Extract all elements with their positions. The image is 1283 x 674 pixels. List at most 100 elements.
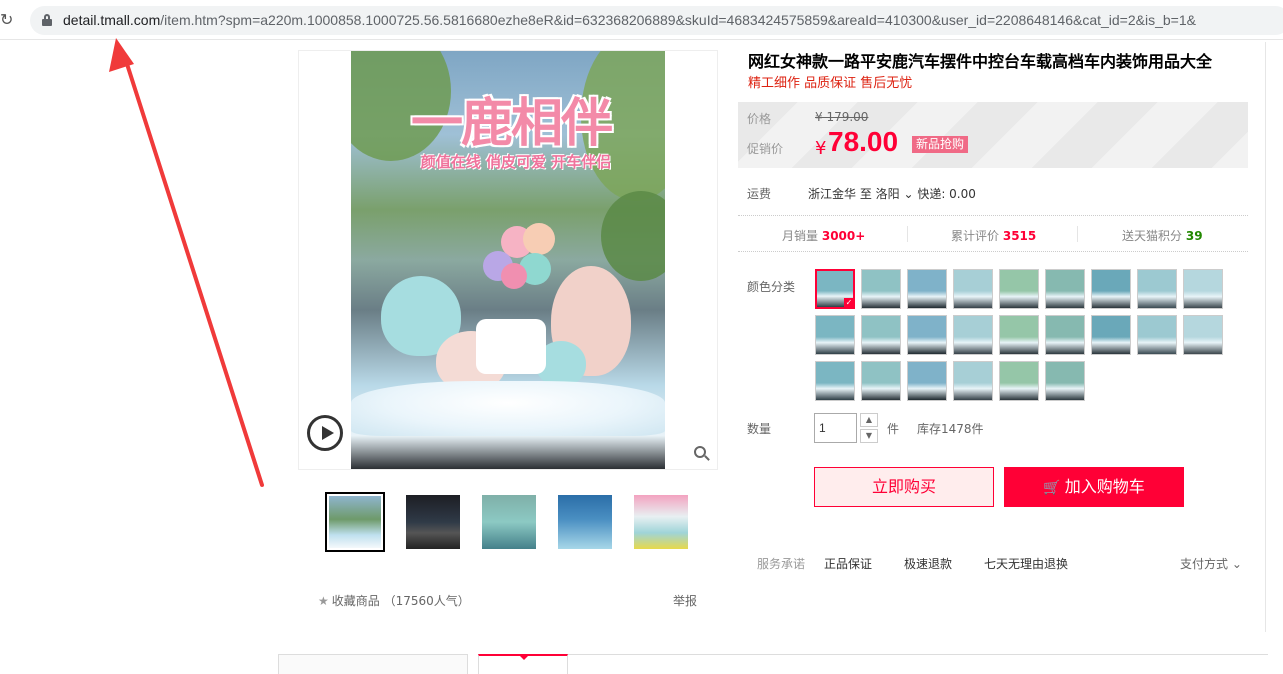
check-icon: ✓ xyxy=(844,298,853,307)
swatch-image xyxy=(1046,362,1084,400)
product-photo: 一鹿相伴 颜值在线 俏皮可爱 开车伴侣 xyxy=(351,51,665,469)
favorite-button[interactable]: ★ 收藏商品 （17560人气） xyxy=(318,592,470,609)
browser-address-bar: ↻ detail.tmall.com/item.htm?spm=a220m.10… xyxy=(0,0,1283,40)
color-swatch[interactable] xyxy=(1183,269,1223,309)
swatch-image xyxy=(954,316,992,354)
divider xyxy=(568,654,1268,655)
color-swatch[interactable] xyxy=(1137,315,1177,355)
promo-price: 78.00 xyxy=(828,126,899,157)
monthly-sales-value: 3000+ xyxy=(821,229,866,243)
review-count-value: 3515 xyxy=(1002,229,1037,243)
star-icon: ★ xyxy=(318,594,329,608)
stock-count: 库存1478件 xyxy=(917,422,984,436)
tab-shop-info[interactable] xyxy=(278,654,468,674)
price-panel: 价格 ¥ 179.00 促销价 ¥ 78.00 新品抢购 xyxy=(738,102,1248,168)
product-title: 网红女神款一路平安鹿汽车摆件中控台车载高档车内装饰用品大全 xyxy=(748,52,1213,71)
swatch-image xyxy=(1046,270,1084,308)
color-swatch[interactable] xyxy=(861,361,901,401)
swatch-image xyxy=(816,316,854,354)
report-link[interactable]: 举报 xyxy=(673,592,697,609)
promo-badge: 新品抢购 xyxy=(912,136,969,153)
swatch-image xyxy=(1138,270,1176,308)
tab-product-details[interactable] xyxy=(478,654,568,674)
review-count-label: 累计评价 xyxy=(951,229,1000,243)
color-swatch[interactable] xyxy=(953,269,993,309)
color-swatch[interactable] xyxy=(907,361,947,401)
swatch-image xyxy=(1092,270,1130,308)
swatch-image xyxy=(954,270,992,308)
swatch-image xyxy=(1138,316,1176,354)
buy-now-button[interactable]: 立即购买 xyxy=(814,467,994,507)
tmall-points-label: 送天猫积分 xyxy=(1122,229,1183,243)
color-swatch[interactable] xyxy=(907,269,947,309)
cart-icon: 🛒 xyxy=(1043,480,1061,496)
quantity-increase-button[interactable]: ▲ xyxy=(860,413,878,427)
service-item-seven-day-return[interactable]: 七天无理由退换 xyxy=(984,555,1068,572)
favorite-label: 收藏商品 xyxy=(331,594,380,608)
thumbnail-3[interactable] xyxy=(479,492,539,552)
thumbnail-5[interactable] xyxy=(631,492,691,552)
color-swatch[interactable] xyxy=(1045,361,1085,401)
service-item-genuine[interactable]: 正品保证 xyxy=(824,555,872,572)
swatch-image xyxy=(908,362,946,400)
monthly-sales: 月销量 3000+ xyxy=(782,227,865,244)
swatch-image xyxy=(954,362,992,400)
url-path: /item.htm?spm=a220m.1000858.1000725.56.5… xyxy=(160,12,1196,28)
quantity-unit: 件 xyxy=(887,422,900,436)
color-swatch[interactable] xyxy=(999,315,1039,355)
lock-icon[interactable] xyxy=(42,14,52,26)
url-text[interactable]: detail.tmall.com/item.htm?spm=a220m.1000… xyxy=(63,12,1196,28)
color-swatch[interactable] xyxy=(1045,315,1085,355)
play-video-button[interactable] xyxy=(307,415,343,451)
shipping-label: 运费 xyxy=(747,187,772,201)
color-swatch[interactable] xyxy=(953,315,993,355)
color-swatch[interactable] xyxy=(815,315,855,355)
color-swatch[interactable]: ✓ xyxy=(815,269,855,309)
url-host: detail.tmall.com xyxy=(63,12,161,28)
divider xyxy=(738,251,1248,252)
color-swatch[interactable] xyxy=(1091,269,1131,309)
divider xyxy=(907,226,908,242)
quantity-decrease-button[interactable]: ▼ xyxy=(860,429,878,443)
color-swatch[interactable] xyxy=(999,269,1039,309)
review-count[interactable]: 累计评价 3515 xyxy=(951,227,1036,244)
monthly-sales-label: 月销量 xyxy=(782,229,819,243)
photo-title-text: 一鹿相伴 xyxy=(410,94,613,154)
color-swatch[interactable] xyxy=(861,315,901,355)
swatch-image xyxy=(816,362,854,400)
url-field[interactable]: detail.tmall.com/item.htm?spm=a220m.1000… xyxy=(30,6,1283,35)
color-swatch[interactable] xyxy=(861,269,901,309)
divider xyxy=(1265,42,1266,632)
service-item-fast-refund[interactable]: 极速退款 xyxy=(904,555,952,572)
thumbnail-1[interactable] xyxy=(325,492,385,552)
color-swatch[interactable] xyxy=(1183,315,1223,355)
original-price: ¥ 179.00 xyxy=(815,110,869,124)
color-swatch[interactable] xyxy=(1137,269,1177,309)
shipping-destination-selector[interactable]: 浙江金华 至 洛阳 ⌄ 快递: 0.00 xyxy=(808,185,976,202)
photo-subtitle-text: 颜值在线 俏皮可爱 开车伴侣 xyxy=(420,153,612,171)
color-swatch[interactable] xyxy=(953,361,993,401)
thumbnail-2[interactable] xyxy=(403,492,463,552)
quantity-input[interactable] xyxy=(814,413,857,443)
reload-icon[interactable]: ↻ xyxy=(0,11,14,29)
color-swatch[interactable] xyxy=(1091,315,1131,355)
color-swatch[interactable] xyxy=(1045,269,1085,309)
color-swatch[interactable] xyxy=(999,361,1039,401)
color-category-label: 颜色分类 xyxy=(747,280,796,294)
color-swatch[interactable] xyxy=(815,361,855,401)
payment-method-dropdown[interactable]: 支付方式 ⌄ xyxy=(1180,555,1242,572)
main-image-viewer[interactable]: 一鹿相伴 颜值在线 俏皮可爱 开车伴侣 xyxy=(298,50,718,470)
swatch-image xyxy=(862,362,900,400)
tmall-points-value: 39 xyxy=(1185,229,1203,243)
tmall-points: 送天猫积分 39 xyxy=(1122,227,1203,244)
thumbnail-4[interactable] xyxy=(555,492,615,552)
zoom-icon[interactable] xyxy=(694,446,710,462)
favorite-count: （17560人气） xyxy=(383,594,470,608)
add-to-cart-label: 加入购物车 xyxy=(1064,477,1145,496)
divider xyxy=(1077,226,1078,242)
color-swatch[interactable] xyxy=(907,315,947,355)
add-to-cart-button[interactable]: 🛒 加入购物车 xyxy=(1004,467,1184,507)
divider xyxy=(738,215,1248,216)
swatch-image xyxy=(1184,316,1222,354)
swatch-image xyxy=(1184,270,1222,308)
